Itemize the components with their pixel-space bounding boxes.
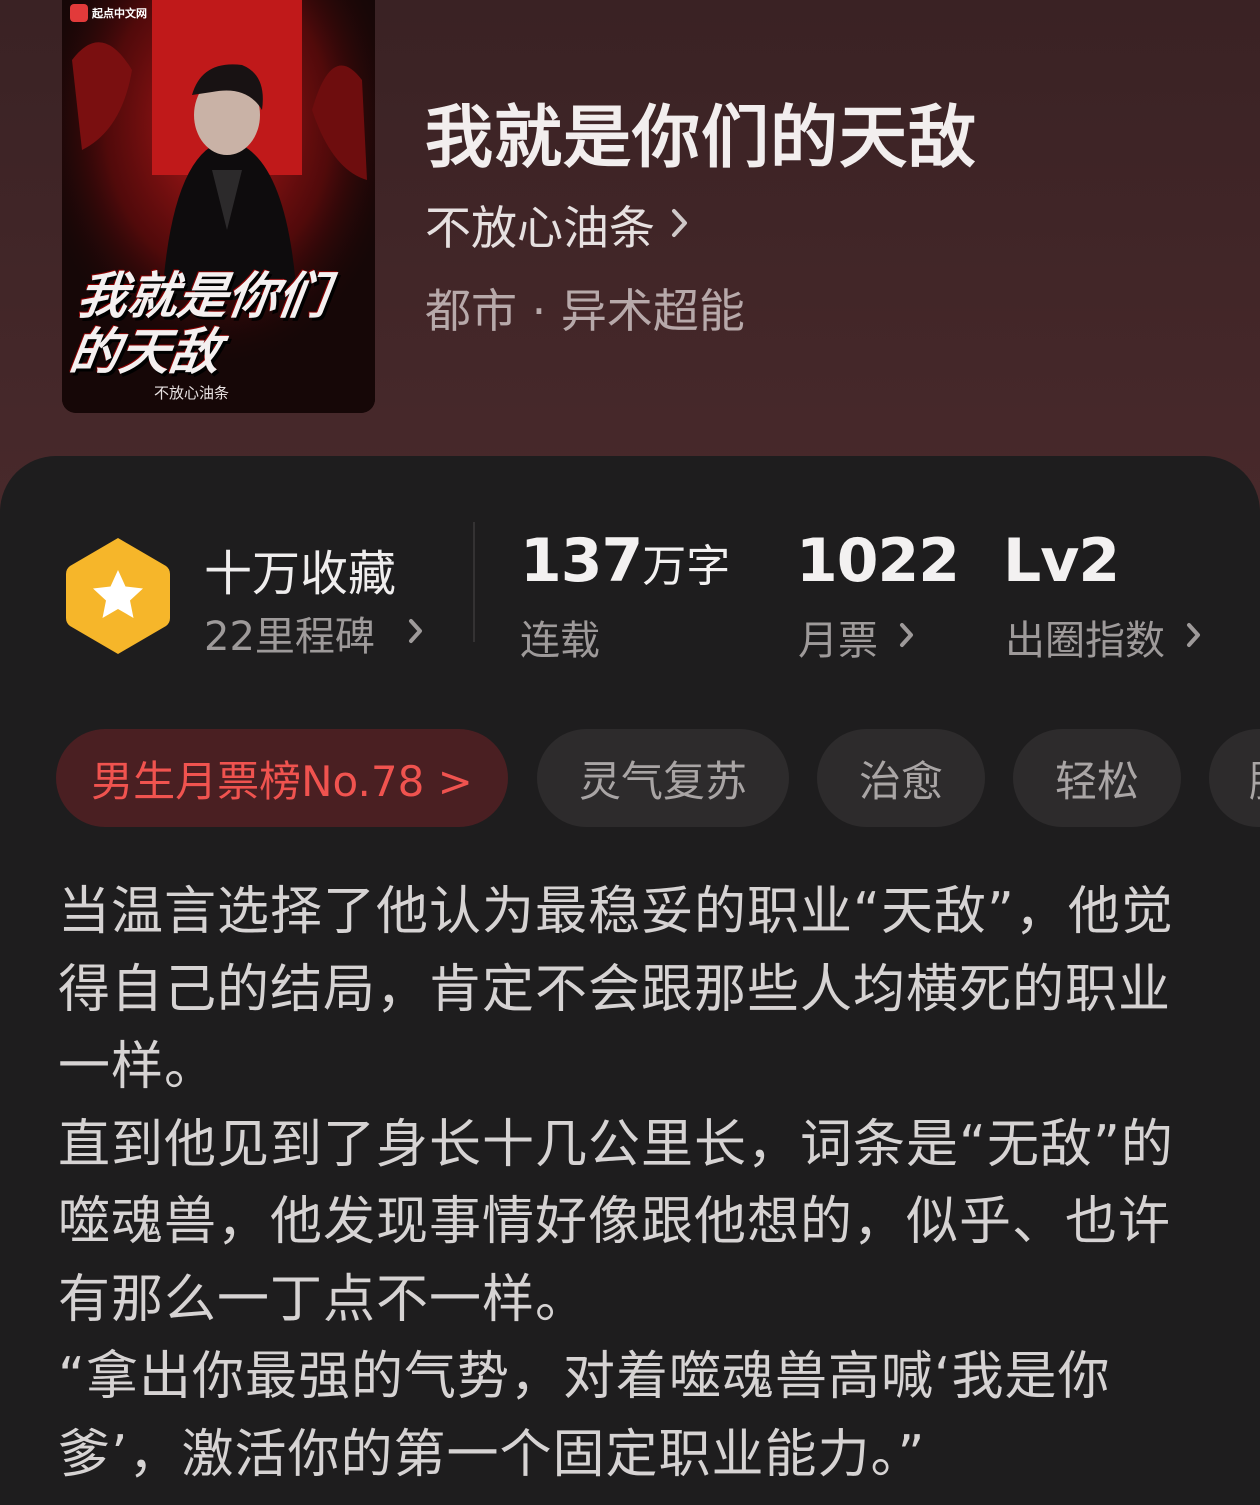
book-title: 我就是你们的天敌	[425, 98, 978, 178]
milestone-text: 22里程碑	[204, 614, 375, 660]
tag-item[interactable]: 灵气复苏	[537, 729, 789, 827]
tag-row: 男生月票榜No.78 > 灵气复苏 治愈 轻松 脑洞	[56, 729, 1260, 827]
chevron-right-icon	[669, 205, 691, 245]
book-detail-page: 起点中文网 我就是你们的天敌 不放心油条 我就是你们的天敌 不放心油条 都市 ·…	[0, 0, 1260, 1505]
tag-item[interactable]: 轻松	[1013, 729, 1181, 827]
monthly-votes-value: 1022	[796, 526, 960, 596]
publisher-logo-icon	[70, 4, 88, 22]
chevron-right-icon	[898, 614, 916, 660]
serial-status-text: 连载	[520, 618, 600, 664]
synopsis-paragraph: 直到他见到了身长十几公里长，词条是“无敌”的噬魂兽，他发现事情好像跟他想的，似乎…	[58, 1114, 1174, 1330]
chevron-right-icon	[1185, 614, 1203, 660]
milestone-link[interactable]: 22里程碑	[204, 604, 425, 662]
publisher-logo-text: 起点中文网	[92, 7, 147, 20]
stats-row: 十万收藏 22里程碑 137万字 连载 1022 月票 Lv2 出圈指数	[0, 456, 1260, 696]
chevron-right-icon	[407, 610, 425, 656]
synopsis-paragraph: 当温言选择了他认为最稳妥的职业“天敌”，他觉得自己的结局，肯定不会跟那些人均横死…	[58, 882, 1174, 1097]
word-count-value: 137	[520, 526, 643, 596]
cover-title-art: 我就是你们的天敌	[65, 267, 333, 381]
book-cover[interactable]: 起点中文网 我就是你们的天敌 不放心油条	[62, 0, 375, 413]
author-name: 不放心油条	[425, 201, 655, 255]
monthly-votes-link[interactable]: 月票	[798, 608, 916, 666]
stats-divider	[473, 522, 475, 642]
book-genre[interactable]: 都市 · 异术超能	[425, 275, 745, 341]
breakout-index-link[interactable]: 出圈指数	[1005, 608, 1203, 666]
star-hexagon-icon[interactable]	[62, 534, 174, 662]
breakout-index-label: 出圈指数	[1005, 618, 1165, 664]
word-count: 137万字	[520, 526, 730, 596]
monthly-ranking-tag[interactable]: 男生月票榜No.78 >	[56, 729, 508, 827]
serial-status: 连载	[520, 608, 600, 666]
publisher-logo: 起点中文网	[70, 4, 147, 22]
favorites-label[interactable]: 十万收藏	[204, 534, 396, 604]
author-link[interactable]: 不放心油条	[425, 192, 691, 258]
book-info-card: 十万收藏 22里程碑 137万字 连载 1022 月票 Lv2 出圈指数 男生月…	[0, 456, 1260, 1505]
tag-item[interactable]: 脑洞	[1209, 729, 1260, 827]
breakout-index-value: Lv2	[1003, 526, 1120, 596]
tag-item[interactable]: 治愈	[817, 729, 985, 827]
cover-author-art: 不放心油条	[154, 384, 230, 402]
word-count-unit: 万字	[642, 541, 731, 592]
synopsis-paragraph: “拿出你最强的气势，对着噬魂兽高喊‘我是你爹’，激活你的第一个固定职业能力。”	[58, 1347, 1111, 1485]
monthly-votes-label: 月票	[798, 618, 878, 664]
book-synopsis[interactable]: 当温言选择了他认为最稳妥的职业“天敌”，他觉得自己的结局，肯定不会跟那些人均横死…	[58, 874, 1188, 1494]
